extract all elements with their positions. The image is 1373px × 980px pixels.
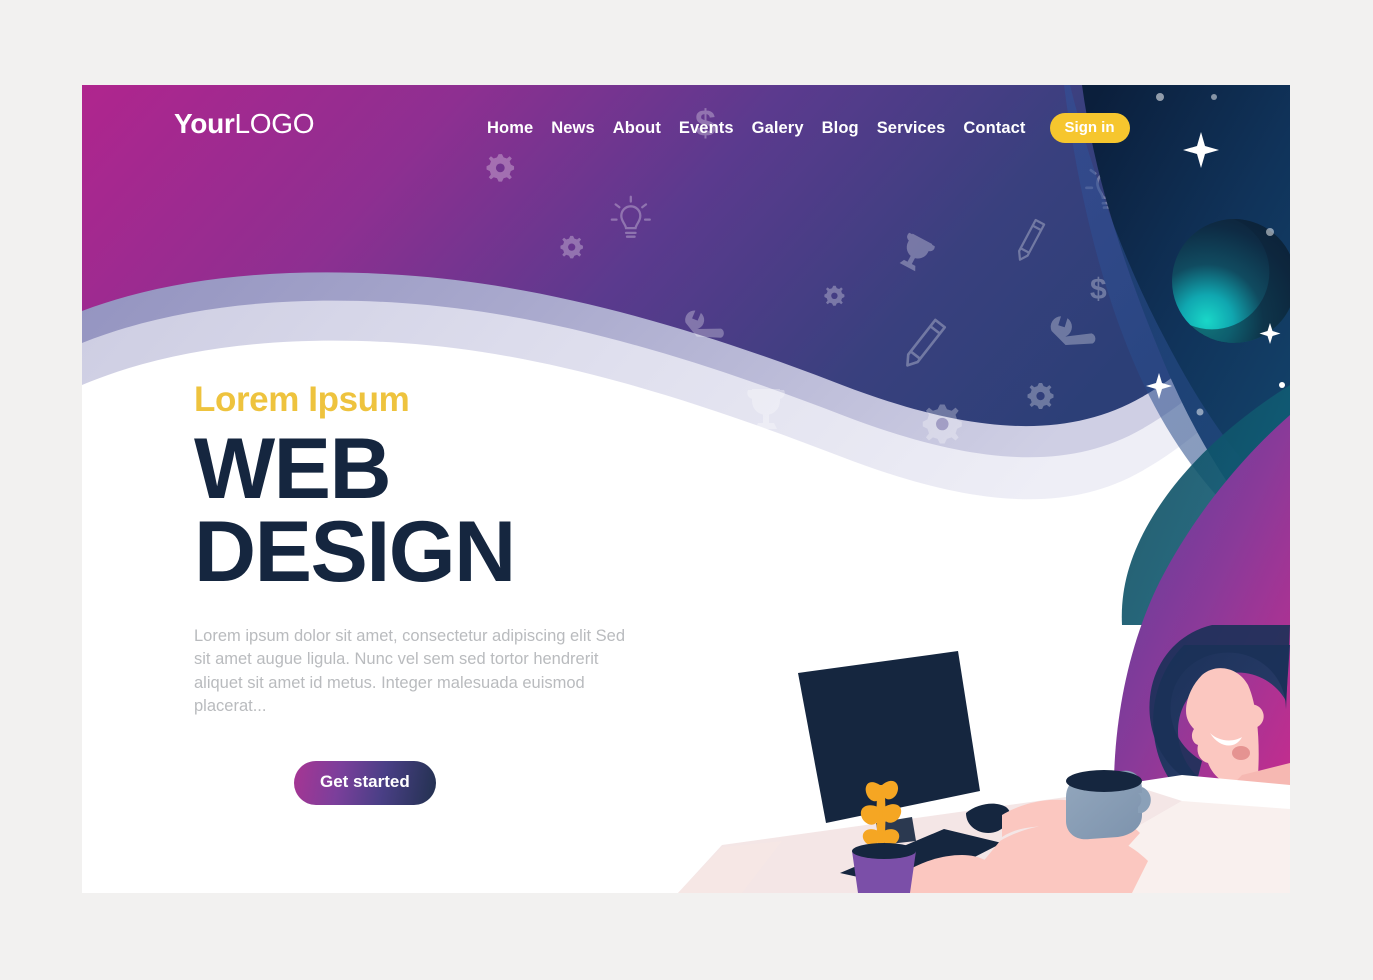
hero-eyebrow: Lorem Ipsum: [194, 380, 410, 419]
gear-icon: [824, 285, 845, 306]
nav-item-about[interactable]: About: [613, 119, 661, 138]
landing-page-card: $ $ YourLOGO Home News About Events Gale…: [82, 85, 1290, 893]
nav-item-galery[interactable]: Galery: [752, 119, 804, 138]
gear-icon: [922, 404, 962, 444]
nav-item-services[interactable]: Services: [877, 119, 946, 138]
gear-icon: [486, 154, 515, 182]
hero-content: Lorem Ipsum WEB DESIGN Lorem ipsum dolor…: [194, 380, 674, 805]
hero-title: WEB DESIGN: [194, 421, 674, 601]
pot-soil: [852, 843, 916, 859]
logo-light-text: LOGO: [234, 108, 315, 139]
nav-item-events[interactable]: Events: [679, 119, 734, 138]
star-dot: [1211, 94, 1217, 100]
gear-icon: [560, 235, 583, 259]
star-dot: [1156, 93, 1164, 101]
site-logo[interactable]: YourLOGO: [174, 108, 315, 140]
sign-in-button[interactable]: Sign in: [1049, 113, 1130, 143]
nav-links: Home News About Events Galery Blog Servi…: [487, 113, 1130, 143]
mug-coffee: [1066, 770, 1142, 792]
nav-item-blog[interactable]: Blog: [822, 119, 859, 138]
page-root: $ $ YourLOGO Home News About Events Gale…: [0, 0, 1373, 980]
hero-paragraph: Lorem ipsum dolor sit amet, consectetur …: [194, 626, 626, 716]
star-dot: [1279, 382, 1285, 388]
nav-item-home[interactable]: Home: [487, 119, 533, 138]
nav-item-contact[interactable]: Contact: [963, 119, 1025, 138]
star-dot: [1266, 228, 1274, 236]
gear-icon: [1027, 383, 1054, 410]
logo-bold-text: Your: [174, 108, 235, 139]
chin-shade: [1232, 746, 1250, 760]
star-dot: [1196, 408, 1204, 416]
get-started-button[interactable]: Get started: [294, 760, 436, 805]
hero-title-line-1: WEB: [194, 421, 392, 517]
nav-item-news[interactable]: News: [551, 119, 595, 138]
hero-title-line-2: DESIGN: [194, 504, 516, 601]
